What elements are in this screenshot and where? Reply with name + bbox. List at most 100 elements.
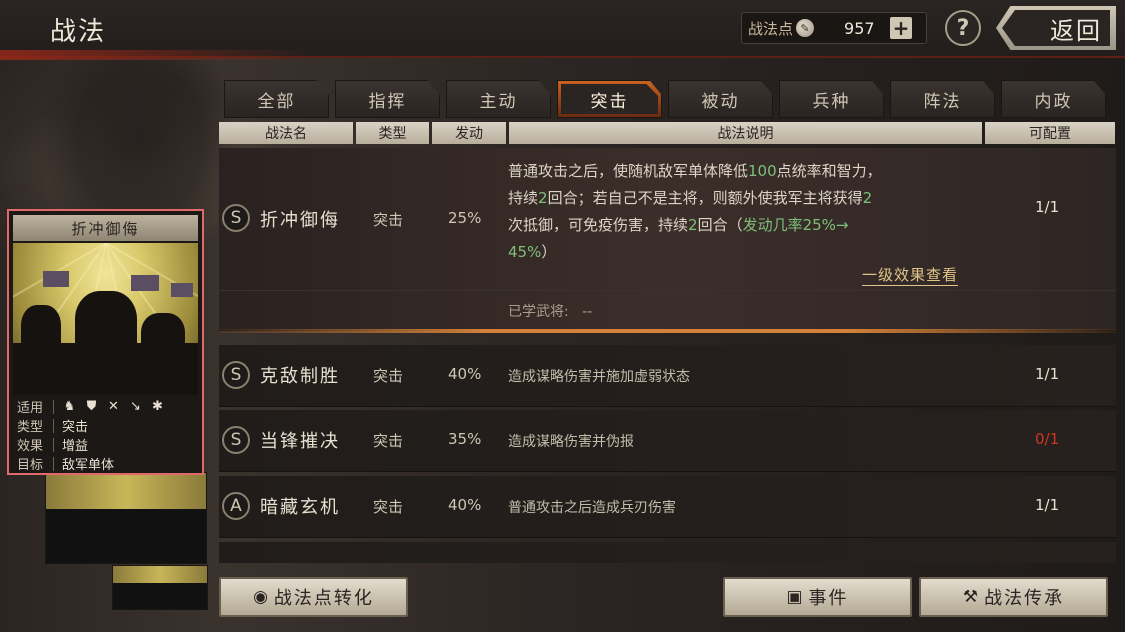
skill-points-icon: ◉ [253,587,270,607]
desc-number: 2 [862,189,873,207]
skill-type: 突击 [373,211,404,229]
desc-highlight: 45% [508,243,542,261]
skill-card[interactable]: 折冲御侮 适用 ♞ ⛊ ✕ ↘ ✱ 类型 突击 效果 增益 目标 敌军单体 [7,209,204,475]
info-row-effect: 效果 增益 [13,435,198,454]
banner-flag [171,283,193,297]
skill-points-value: 957 [844,18,875,38]
tab-passive[interactable]: 被动 [668,80,773,118]
info-row-use: 适用 ♞ ⛊ ✕ ↘ ✱ [13,397,198,416]
info-divider [53,456,54,471]
skill-rate: 25% [448,209,482,227]
level-one-effect-link[interactable]: 一级效果查看 [862,264,959,286]
shield-icon: ⛊ [86,399,97,414]
desc-text: ） [541,243,557,261]
skill-name: 当锋摧决 [260,431,340,452]
tab-label: 兵种 [812,91,851,112]
skill-description: 造成谋略伤害并施加虚弱状态 [508,369,690,385]
tab-internal[interactable]: 内政 [1001,80,1106,118]
add-points-button[interactable]: + [890,16,913,40]
info-key: 效果 [17,439,44,454]
skill-row[interactable]: A 暗藏玄机 突击 40% 普通攻击之后造成兵刃伤害 1/1 [219,476,1116,538]
skill-rate: 35% [448,430,482,448]
siege-icon: ✱ [152,399,163,414]
top-bar: 战法 战法点 ✎ 957 + ? 返回 [0,0,1125,60]
banner-flag [131,275,159,291]
info-row-target: 目标 敌军单体 [13,454,198,473]
skill-name: 克敌制胜 [260,366,340,387]
column-desc: 战法说明 [509,122,982,144]
skill-slots: 1/1 [1035,365,1060,383]
info-key: 目标 [17,458,44,473]
tab-label: 阵法 [923,91,962,112]
tab-troop[interactable]: 兵种 [779,80,884,118]
skill-type: 突击 [373,498,404,516]
desc-text: 回合（ [697,216,743,234]
desc-text: 回合；若自己不是主将，则额外使我军主将获得 [547,189,863,207]
tab-label: 内政 [1034,91,1073,112]
tab-all[interactable]: 全部 [224,80,329,118]
tab-active[interactable]: 主动 [446,80,551,118]
info-value: 突击 [62,420,89,435]
skill-row[interactable]: S 当锋摧决 突击 35% 造成谋略伤害并伪报 0/1 [219,410,1116,472]
desc-number: 2 [538,189,548,207]
page-title: 战法 [50,17,107,47]
grade-badge: S [222,361,250,389]
alert-icon: ▣ [786,587,805,607]
help-button[interactable]: ? [945,10,981,46]
column-name[interactable]: 战法名 [219,122,353,144]
column-slots[interactable]: 可配置 [985,122,1115,144]
info-divider [53,399,54,414]
desc-line: 持续2回合；若自己不是主将，则额外使我军主将获得2 [508,185,1008,212]
inherit-skill-button[interactable]: ⚒ 战法传承 [919,577,1108,617]
skill-points-coin-icon: ✎ [796,19,815,37]
desc-line: 次抵御，可免疫伤害，持续2回合（发动几率25%→ [508,212,1008,239]
skill-row-partial[interactable] [219,542,1116,563]
column-type[interactable]: 类型 [356,122,429,144]
grade-badge: A [222,492,250,520]
desc-line: 普通攻击之后，使随机敌军单体降低100点统率和智力， [508,158,1008,185]
skill-name: 折冲御侮 [260,210,340,231]
category-tabs: 全部 指挥 主动 突击 被动 兵种 阵法 内政 [224,80,1106,118]
stack-card-art [113,566,207,609]
row-divider [219,290,1116,291]
tab-formation[interactable]: 阵法 [890,80,995,118]
desc-highlight: 发动几率25%→ [742,216,849,234]
skill-row-selected[interactable]: S 折冲御侮 突击 25% 普通攻击之后，使随机敌军单体降低100点统率和智力，… [219,148,1116,333]
skill-slots: 1/1 [1035,496,1060,514]
grade-badge: S [222,204,250,232]
grade-badge: S [222,426,250,454]
convert-points-button[interactable]: ◉ 战法点转化 [219,577,408,617]
column-rate[interactable]: 发动 [432,122,506,144]
skill-card-info: 适用 ♞ ⛊ ✕ ↘ ✱ 类型 突击 效果 增益 目标 敌军单体 [13,397,198,473]
skill-slots: 0/1 [1035,430,1060,448]
desc-text: 持续 [508,189,539,207]
learned-generals: 已学武将: -- [508,301,592,321]
selection-glow [219,329,1116,333]
desc-line: 45%） [508,239,1008,266]
skill-list[interactable]: S 折冲御侮 突击 25% 普通攻击之后，使随机敌军单体降低100点统率和智力，… [219,148,1116,563]
banner-flag [43,271,69,287]
tab-command[interactable]: 指挥 [335,80,440,118]
stack-card-art [46,473,206,563]
skill-rate: 40% [448,496,482,514]
tab-assault[interactable]: 突击 [557,80,662,118]
skill-row[interactable]: S 克敌制胜 突击 40% 造成谋略伤害并施加虚弱状态 1/1 [219,345,1116,407]
info-divider [53,418,54,433]
unit-type-icons: ♞ ⛊ ✕ ↘ ✱ [62,399,165,414]
info-value: 敌军单体 [62,458,115,473]
back-button[interactable]: 返回 [996,6,1116,50]
skill-card-stack [45,472,207,564]
skill-card-stack [112,565,208,610]
convert-points-label: 战法点转化 [273,588,374,609]
info-divider [53,437,54,452]
desc-text: 点统率和智力， [776,162,882,180]
title-underline [0,50,320,60]
skill-points-label: 战法点 [748,19,794,38]
tab-label: 被动 [701,91,740,112]
skill-description: 造成谋略伤害并伪报 [508,434,634,450]
event-button[interactable]: ▣ 事件 [723,577,912,617]
desc-number: 2 [688,216,698,234]
info-value: 增益 [62,439,89,454]
skill-slots: 1/1 [1035,198,1060,216]
skill-name: 暗藏玄机 [260,497,340,518]
